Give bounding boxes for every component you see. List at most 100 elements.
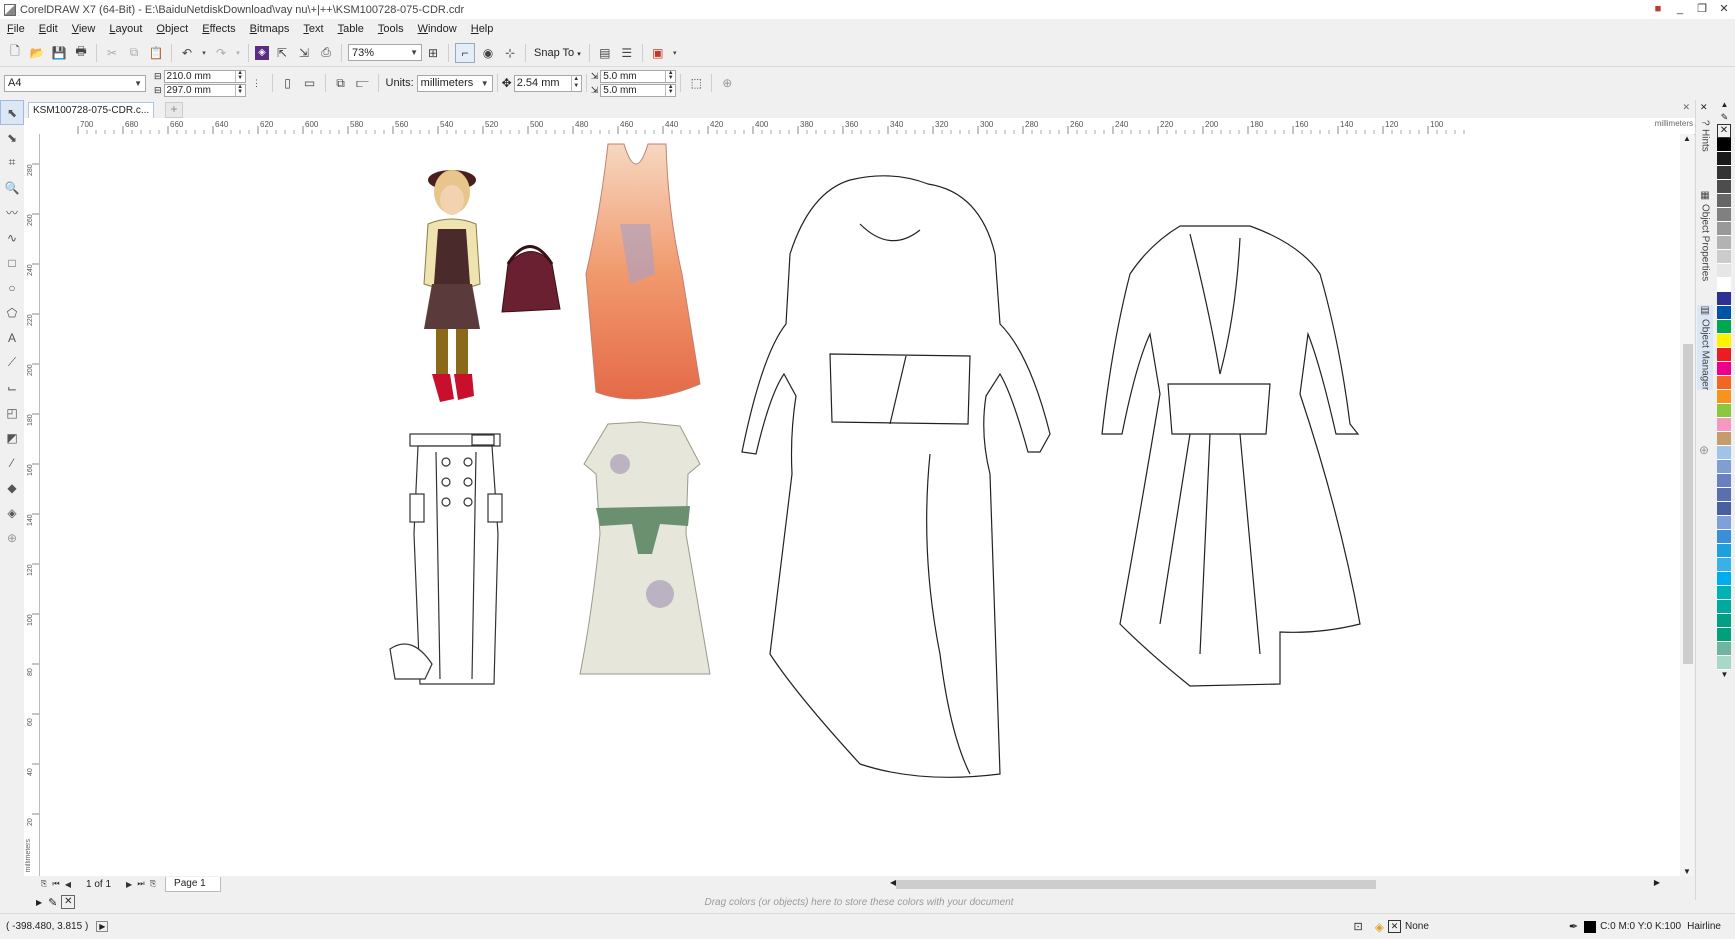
printed-orange-dress-illustration[interactable]: [585, 143, 701, 400]
color-swatch[interactable]: [1717, 628, 1731, 642]
add-docker-icon[interactable]: ⊕: [1699, 443, 1709, 457]
options-icon[interactable]: ☰: [618, 44, 636, 62]
object-manager-docker-tab[interactable]: ▤ Object Manager: [1697, 305, 1713, 391]
duplicate-x-field[interactable]: 5.0 mm ▲ ▼: [600, 69, 677, 83]
color-swatch[interactable]: [1717, 488, 1731, 502]
vertical-scroll-thumb[interactable]: [1683, 344, 1693, 664]
redo-dropdown-icon[interactable]: ▾: [234, 44, 242, 62]
welcome-screen-icon[interactable]: ▤: [596, 44, 614, 62]
application-launcher-icon[interactable]: ▣: [649, 44, 667, 62]
horizontal-ruler[interactable]: 700 680 660 640 620 600 580 560 540 520 500 480 460 4…: [38, 118, 1695, 135]
color-swatch[interactable]: [1717, 362, 1731, 376]
previous-page-icon[interactable]: ◀: [62, 880, 74, 889]
launcher-dropdown-icon[interactable]: ▾: [671, 44, 679, 62]
menu-table[interactable]: Table: [331, 23, 371, 35]
color-swatch[interactable]: [1717, 656, 1731, 670]
menu-file[interactable]: File: [0, 23, 32, 35]
full-screen-preview-icon[interactable]: ⊞: [424, 44, 442, 62]
new-tab-icon[interactable]: +: [165, 102, 183, 118]
add-toolbar-item-icon[interactable]: ⊕: [718, 74, 736, 92]
scroll-right-icon[interactable]: ▶: [1654, 878, 1660, 887]
menu-layout[interactable]: Layout: [102, 23, 149, 35]
zoom-level-combo[interactable]: 73% ▼: [348, 44, 422, 61]
vertical-ruler[interactable]: 280 260 240 220 200 180 160 140 120 100 80 60 40 20 m…: [24, 134, 40, 876]
import-icon[interactable]: ⇱: [273, 44, 291, 62]
close-document-icon[interactable]: ✕: [1682, 102, 1690, 113]
polygon-tool-icon[interactable]: ⬠: [0, 300, 24, 325]
add-page-icon[interactable]: ⎘: [147, 879, 159, 889]
snap-to-button[interactable]: Snap To ▾: [530, 47, 585, 59]
color-swatch[interactable]: [1717, 250, 1731, 264]
text-tool-icon[interactable]: A: [0, 325, 24, 350]
color-proofing-icon[interactable]: ⊡: [1354, 920, 1363, 933]
parallel-dimension-icon[interactable]: ⟋: [0, 350, 24, 375]
duplicate-y-field[interactable]: 5.0 mm ▲ ▼: [600, 83, 677, 97]
shape-tool-icon[interactable]: ⬊: [0, 125, 24, 150]
document-color-tray[interactable]: ▶ ✎ ✕ Drag colors (or objects) here to s…: [24, 892, 1694, 912]
color-swatch[interactable]: [1717, 404, 1731, 418]
color-swatch[interactable]: [1717, 544, 1731, 558]
show-guidelines-icon[interactable]: ⊹: [501, 44, 519, 62]
color-swatch[interactable]: [1717, 334, 1731, 348]
drop-shadow-icon[interactable]: ◰: [0, 400, 24, 425]
horizontal-scroll-thumb[interactable]: [896, 880, 1376, 889]
object-properties-docker-tab[interactable]: ▦ Object Properties: [1697, 190, 1713, 281]
copy-icon[interactable]: ⧉: [125, 44, 143, 62]
artistic-media-icon[interactable]: ∿: [0, 225, 24, 250]
color-swatch[interactable]: [1717, 320, 1731, 334]
treat-as-filled-icon[interactable]: ⬚: [687, 74, 705, 92]
lock-ratio-icon[interactable]: ⋮: [248, 74, 266, 92]
first-page-icon[interactable]: ⏮: [50, 879, 62, 889]
color-swatch[interactable]: [1717, 222, 1731, 236]
color-swatch[interactable]: [1717, 348, 1731, 362]
color-swatch[interactable]: [1717, 306, 1731, 320]
export-icon[interactable]: ⇲: [295, 44, 313, 62]
search-content-icon[interactable]: ◈: [255, 45, 269, 60]
vertical-scrollbar[interactable]: ▲ ▼: [1680, 134, 1694, 876]
show-rulers-icon[interactable]: ⌐: [455, 42, 475, 63]
color-swatch[interactable]: [1717, 418, 1731, 432]
color-swatch[interactable]: [1717, 152, 1731, 166]
color-swatch[interactable]: [1717, 572, 1731, 586]
color-swatch[interactable]: [1717, 446, 1731, 460]
color-swatch[interactable]: [1717, 586, 1731, 600]
save-icon[interactable]: 💾: [50, 44, 68, 62]
color-swatch[interactable]: [1717, 516, 1731, 530]
color-swatch[interactable]: [1717, 614, 1731, 628]
pick-tool-icon[interactable]: ⬉: [0, 100, 24, 125]
color-swatch[interactable]: [1717, 502, 1731, 516]
current-page-icon[interactable]: ⫍: [354, 74, 372, 92]
next-page-icon[interactable]: ▶: [123, 880, 135, 889]
color-swatch[interactable]: [1717, 264, 1731, 278]
close-button[interactable]: ✕: [1713, 0, 1735, 19]
color-swatch[interactable]: [1717, 208, 1731, 222]
undo-icon[interactable]: ↶: [178, 44, 196, 62]
palette-eyedropper-icon[interactable]: ✎: [1714, 112, 1735, 124]
smart-fill-icon[interactable]: ◈: [0, 500, 24, 525]
no-fill-swatch[interactable]: ✕: [1717, 124, 1731, 138]
wrap-dress-sketch[interactable]: [1101, 225, 1361, 687]
user-icon[interactable]: ■: [1647, 0, 1669, 19]
all-pages-icon[interactable]: ⧉: [332, 74, 350, 92]
units-combo[interactable]: millimeters ▼: [416, 74, 493, 92]
pencil-skirt-flat-sketch[interactable]: [389, 433, 503, 685]
color-swatch[interactable]: [1717, 376, 1731, 390]
menu-object[interactable]: Object: [149, 23, 195, 35]
color-swatch[interactable]: [1717, 460, 1731, 474]
spin-arrows-icon[interactable]: ▲ ▼: [665, 70, 675, 82]
status-arrow-icon[interactable]: ▶: [96, 921, 109, 932]
paste-icon[interactable]: 📋: [147, 44, 165, 62]
horizontal-scrollbar[interactable]: ◀ ▶: [890, 878, 1660, 890]
print-icon[interactable]: 🖶: [72, 44, 90, 62]
page-tab[interactable]: Page 1: [165, 876, 221, 892]
color-swatch[interactable]: [1717, 194, 1731, 208]
fashion-figure-illustration[interactable]: [423, 170, 561, 402]
show-grid-icon[interactable]: ◉: [479, 44, 497, 62]
docker-expand-icon[interactable]: ✕: [1700, 102, 1708, 113]
color-swatch[interactable]: [1717, 642, 1731, 656]
freehand-tool-icon[interactable]: 〰: [0, 200, 24, 225]
page-size-combo[interactable]: A4 ▼: [4, 74, 146, 92]
spin-arrows-icon[interactable]: ▲ ▼: [570, 75, 581, 91]
menu-effects[interactable]: Effects: [195, 23, 242, 35]
minimize-button[interactable]: _: [1669, 0, 1691, 19]
